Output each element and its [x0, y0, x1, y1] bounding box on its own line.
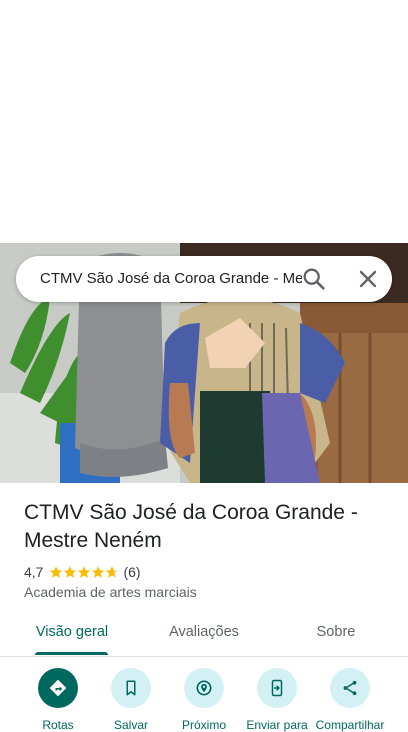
directions-label: Rotas — [42, 718, 74, 732]
star-full-icon — [50, 566, 63, 578]
place-category[interactable]: Academia de artes marciais — [24, 584, 197, 600]
tab-overview[interactable]: Visão geral — [24, 612, 120, 656]
rating-row[interactable]: 4,7 (6) — [24, 563, 141, 581]
tab-about[interactable]: Sobre — [296, 612, 376, 656]
directions-button[interactable]: Rotas — [22, 668, 94, 732]
rating-value: 4,7 — [24, 564, 44, 580]
send-to-phone-icon — [257, 668, 297, 708]
map-blank-area — [0, 0, 408, 243]
star-full-icon — [92, 566, 105, 578]
nearby-icon — [184, 668, 224, 708]
star-full-icon — [78, 566, 91, 578]
send-to-phone-label: Enviar para — [246, 718, 308, 732]
share-label: Compartilhar — [315, 718, 385, 732]
search-bar — [16, 256, 392, 302]
review-count: (6) — [123, 564, 141, 580]
star-full-icon — [64, 566, 77, 578]
rating-stars — [49, 565, 119, 579]
share-icon — [330, 668, 370, 708]
send-to-phone-button[interactable]: Enviar para — [241, 668, 313, 732]
nearby-label: Próximo — [181, 718, 226, 732]
search-input[interactable] — [40, 256, 302, 302]
share-button[interactable]: Compartilhar — [314, 668, 386, 732]
close-icon[interactable] — [354, 265, 382, 293]
nearby-button[interactable]: Próximo — [168, 668, 240, 732]
place-title: CTMV São José da Coroa Grande - Mestre N… — [24, 501, 358, 552]
place-tabs: Visão geral Avaliações Sobre — [0, 612, 408, 657]
star-partial-icon — [106, 566, 119, 578]
active-tab-indicator — [35, 652, 108, 655]
directions-icon — [38, 668, 78, 708]
save-label: Salvar — [113, 718, 148, 732]
save-button[interactable]: Salvar — [95, 668, 167, 732]
search-icon[interactable] — [300, 265, 328, 293]
bookmark-icon — [111, 668, 151, 708]
action-bar: Rotas Salvar Próximo Enviar para Compart… — [0, 668, 408, 732]
tab-reviews[interactable]: Avaliações — [156, 612, 252, 656]
